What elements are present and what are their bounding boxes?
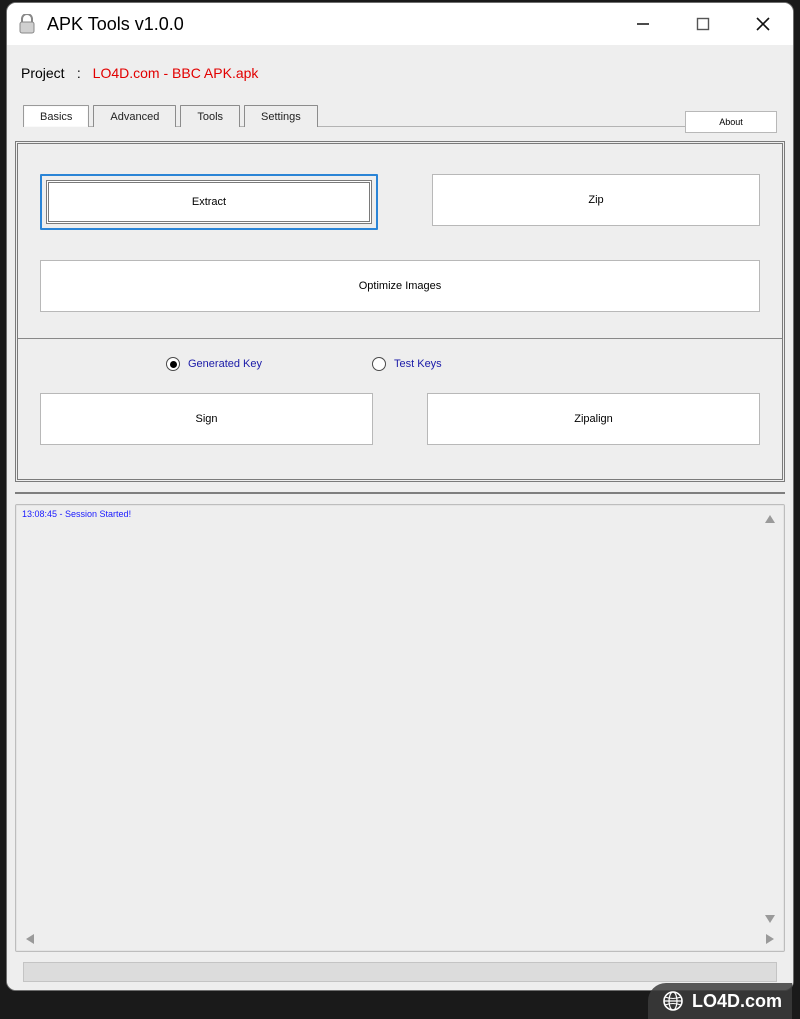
app-window: APK Tools v1.0.0 Project : LO4D.com - BB… [6,2,794,991]
radio-generated-label: Generated Key [188,358,262,370]
radio-dot-icon [166,357,180,371]
radio-dot-icon [372,357,386,371]
about-button[interactable]: About [685,111,777,133]
project-row: Project : LO4D.com - BBC APK.apk [7,45,793,103]
zipalign-button[interactable]: Zipalign [427,393,760,445]
log-area: 13:08:45 - Session Started! [15,492,785,990]
status-bar [23,962,777,982]
project-separator: : [77,65,81,81]
scroll-left-icon[interactable] [22,931,38,947]
titlebar: APK Tools v1.0.0 [7,3,793,45]
basics-group: Extract Zip Optimize Images Generated Ke… [15,141,785,482]
tab-tools[interactable]: Tools [180,105,240,127]
key-radios: Generated Key Test Keys [40,357,760,371]
zip-button[interactable]: Zip [432,174,760,226]
extract-button-focus: Extract [40,174,378,230]
app-icon [17,13,37,35]
scroll-right-icon[interactable] [762,931,778,947]
maximize-button[interactable] [673,3,733,45]
divider [18,338,782,339]
window-controls [613,3,793,45]
extract-button[interactable]: Extract [46,180,372,224]
window-title: APK Tools v1.0.0 [47,14,184,35]
log-box[interactable]: 13:08:45 - Session Started! [15,504,785,952]
globe-icon [662,990,684,1012]
radio-test-label: Test Keys [394,358,442,370]
project-value: LO4D.com - BBC APK.apk [93,65,259,81]
sign-button[interactable]: Sign [40,393,373,445]
radio-test-keys[interactable]: Test Keys [372,357,442,371]
watermark: LO4D.com [648,983,792,1019]
scroll-down-icon[interactable] [762,911,778,927]
client-area: Project : LO4D.com - BBC APK.apk Basics … [7,45,793,990]
watermark-text: LO4D.com [692,991,782,1012]
minimize-button[interactable] [613,3,673,45]
tab-body-basics: Extract Zip Optimize Images Generated Ke… [15,141,785,482]
log-entry: 13:08:45 - Session Started! [22,509,131,519]
tab-basics[interactable]: Basics [23,105,89,127]
tab-settings[interactable]: Settings [244,105,318,127]
project-label: Project [21,65,69,81]
close-button[interactable] [733,3,793,45]
scroll-up-icon[interactable] [762,511,778,527]
radio-generated-key[interactable]: Generated Key [166,357,262,371]
tabstrip: Basics Advanced Tools Settings [23,103,777,127]
optimize-images-button[interactable]: Optimize Images [40,260,760,312]
tab-advanced[interactable]: Advanced [93,105,176,127]
